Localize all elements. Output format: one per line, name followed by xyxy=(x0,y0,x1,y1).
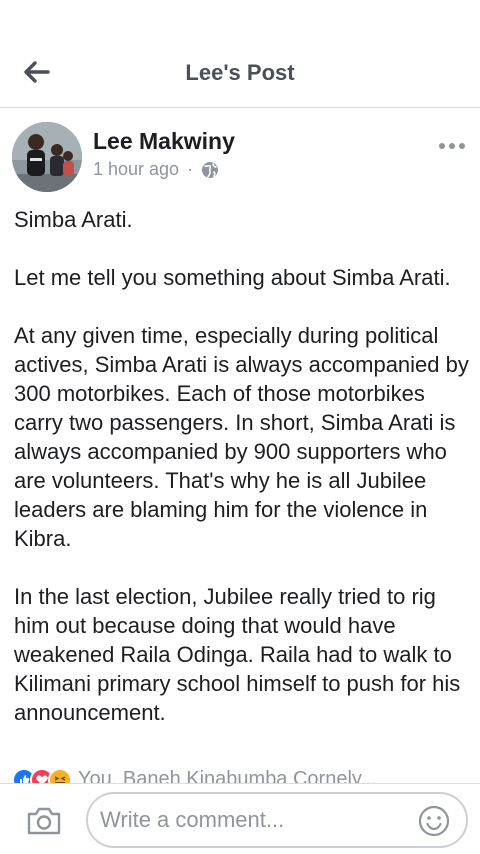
haha-reaction-icon xyxy=(48,768,72,784)
comment-field xyxy=(86,792,468,848)
globe-icon xyxy=(202,161,219,178)
post-paragraph: Simba Arati. xyxy=(14,207,133,232)
meta-separator: · xyxy=(187,159,194,179)
post-meta: 1 hour ago · xyxy=(93,159,219,180)
comment-composer xyxy=(0,783,480,854)
emoji-button[interactable] xyxy=(418,805,450,837)
emoji-icon xyxy=(418,805,450,837)
top-bar: Lee's Post xyxy=(0,0,480,108)
reactions-bar[interactable]: You, Baneh Kinabumba Cornely... xyxy=(12,768,480,784)
more-options-button[interactable] xyxy=(436,138,468,154)
comment-input[interactable] xyxy=(100,806,400,834)
post-paragraph: At any given time, especially during pol… xyxy=(14,323,469,551)
profile-photo xyxy=(12,122,82,192)
reactions-summary[interactable]: You, Baneh Kinabumba Cornely... xyxy=(78,768,377,784)
camera-button[interactable] xyxy=(24,804,64,838)
post-paragraph: In the last election, Jubilee really tri… xyxy=(14,584,461,725)
post-header: Lee Makwiny 1 hour ago · xyxy=(0,108,480,198)
page-title: Lee's Post xyxy=(185,60,295,85)
camera-icon xyxy=(27,807,61,835)
post-time[interactable]: 1 hour ago xyxy=(93,159,179,180)
more-horizontal-icon xyxy=(439,143,465,149)
avatar[interactable] xyxy=(12,122,82,192)
post-text: Simba Arati. Let me tell you something a… xyxy=(14,205,470,756)
post-paragraph: Let me tell you something about Simba Ar… xyxy=(14,265,451,290)
author-name[interactable]: Lee Makwiny xyxy=(93,128,235,155)
